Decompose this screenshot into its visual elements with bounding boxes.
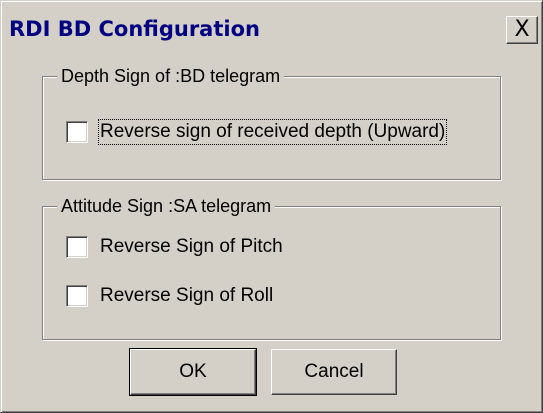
close-button[interactable]: X bbox=[506, 16, 538, 44]
cancel-button[interactable]: Cancel bbox=[271, 349, 397, 395]
reverse-pitch-checkbox-row[interactable]: Reverse Sign of Pitch bbox=[66, 236, 283, 258]
reverse-depth-checkbox-row[interactable]: Reverse sign of received depth (Upward) bbox=[66, 119, 448, 145]
title-bar[interactable]: RDI BD Configuration X bbox=[5, 5, 538, 57]
attitude-sign-group-legend: Attitude Sign :SA telegram bbox=[57, 194, 276, 218]
reverse-roll-label[interactable]: Reverse Sign of Roll bbox=[100, 285, 273, 307]
reverse-pitch-checkbox[interactable] bbox=[66, 236, 88, 258]
cancel-button-label: Cancel bbox=[304, 361, 364, 382]
dialog-window: RDI BD Configuration X Depth Sign of :BD… bbox=[0, 0, 543, 413]
close-icon: X bbox=[514, 17, 530, 42]
reverse-roll-checkbox-row[interactable]: Reverse Sign of Roll bbox=[66, 285, 273, 307]
dialog-title: RDI BD Configuration bbox=[9, 17, 260, 41]
reverse-roll-checkbox[interactable] bbox=[66, 285, 88, 307]
reverse-depth-checkbox[interactable] bbox=[66, 121, 88, 143]
depth-sign-group-legend: Depth Sign of :BD telegram bbox=[57, 64, 285, 88]
attitude-sign-group: Attitude Sign :SA telegram Reverse Sign … bbox=[42, 194, 501, 340]
reverse-pitch-label[interactable]: Reverse Sign of Pitch bbox=[100, 236, 283, 258]
ok-button-label: OK bbox=[179, 361, 207, 382]
depth-sign-group: Depth Sign of :BD telegram Reverse sign … bbox=[42, 64, 501, 180]
ok-button[interactable]: OK bbox=[129, 348, 257, 396]
reverse-depth-label[interactable]: Reverse sign of received depth (Upward) bbox=[97, 119, 448, 145]
